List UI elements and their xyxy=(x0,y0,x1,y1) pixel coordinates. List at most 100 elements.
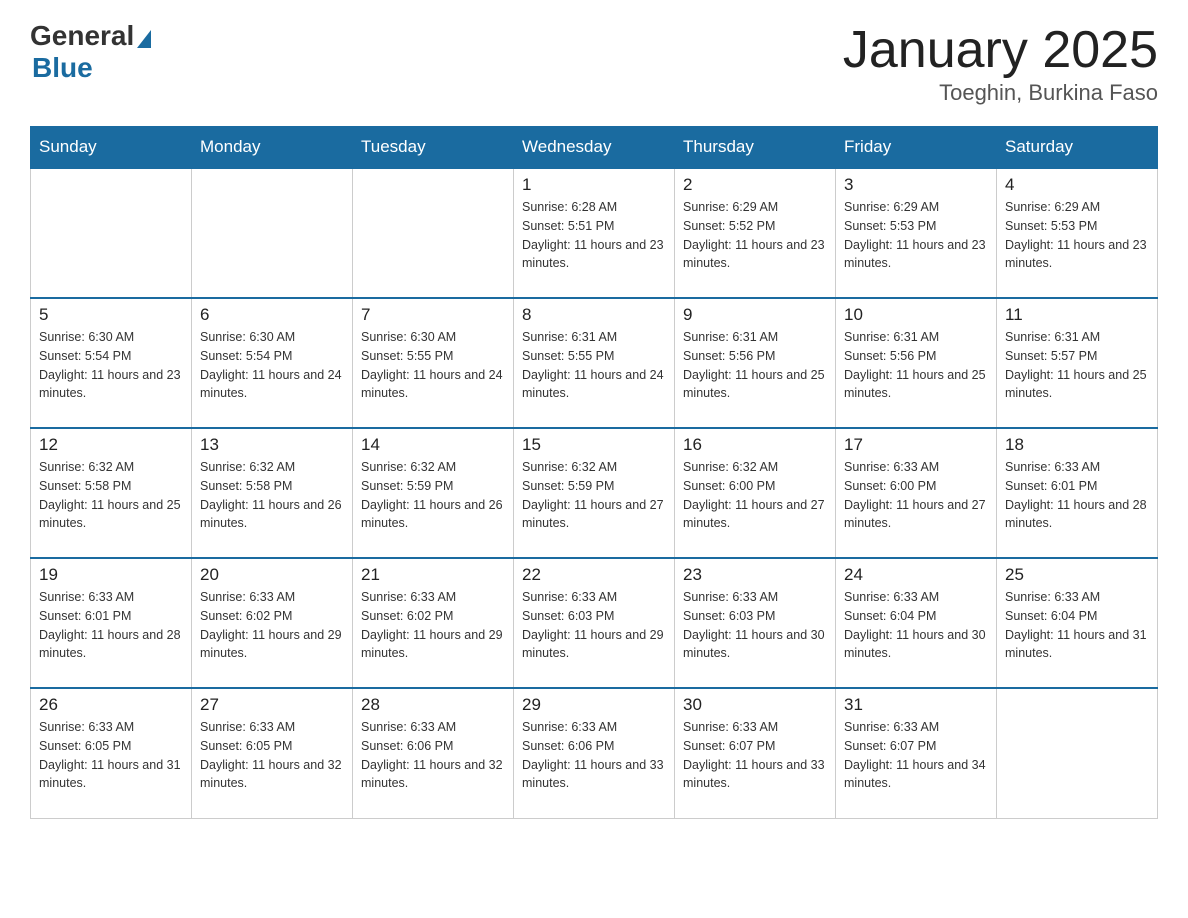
calendar-day-cell: 19 Sunrise: 6:33 AM Sunset: 6:01 PM Dayli… xyxy=(31,558,192,688)
calendar-day-cell: 10 Sunrise: 6:31 AM Sunset: 5:56 PM Dayli… xyxy=(836,298,997,428)
calendar-day-cell: 17 Sunrise: 6:33 AM Sunset: 6:00 PM Dayli… xyxy=(836,428,997,558)
calendar-day-cell: 20 Sunrise: 6:33 AM Sunset: 6:02 PM Dayli… xyxy=(192,558,353,688)
calendar-table: SundayMondayTuesdayWednesdayThursdayFrid… xyxy=(30,126,1158,819)
day-info: Sunrise: 6:33 AM Sunset: 6:05 PM Dayligh… xyxy=(39,718,183,793)
day-info: Sunrise: 6:32 AM Sunset: 5:58 PM Dayligh… xyxy=(200,458,344,533)
calendar-day-cell: 28 Sunrise: 6:33 AM Sunset: 6:06 PM Dayli… xyxy=(353,688,514,818)
day-number: 18 xyxy=(1005,435,1149,455)
calendar-day-header: Tuesday xyxy=(353,127,514,169)
day-number: 4 xyxy=(1005,175,1149,195)
day-info: Sunrise: 6:33 AM Sunset: 6:07 PM Dayligh… xyxy=(844,718,988,793)
calendar-day-cell: 12 Sunrise: 6:32 AM Sunset: 5:58 PM Dayli… xyxy=(31,428,192,558)
calendar-day-header: Thursday xyxy=(675,127,836,169)
calendar-day-header: Saturday xyxy=(997,127,1158,169)
calendar-day-cell: 23Sunrise: 6:33 AM Sunset: 6:03 PM Dayli… xyxy=(675,558,836,688)
calendar-week-row: 1Sunrise: 6:28 AM Sunset: 5:51 PM Daylig… xyxy=(31,168,1158,298)
calendar-day-header: Sunday xyxy=(31,127,192,169)
day-info: Sunrise: 6:33 AM Sunset: 6:00 PM Dayligh… xyxy=(844,458,988,533)
day-info: Sunrise: 6:31 AM Sunset: 5:55 PM Dayligh… xyxy=(522,328,666,403)
day-number: 16 xyxy=(683,435,827,455)
logo-blue-text: Blue xyxy=(32,52,93,84)
day-number: 14 xyxy=(361,435,505,455)
day-number: 27 xyxy=(200,695,344,715)
calendar-day-cell: 9 Sunrise: 6:31 AM Sunset: 5:56 PM Daylig… xyxy=(675,298,836,428)
logo: General Blue xyxy=(30,20,151,84)
month-title: January 2025 xyxy=(843,20,1158,80)
day-info: Sunrise: 6:33 AM Sunset: 6:02 PM Dayligh… xyxy=(361,588,505,663)
day-info: Sunrise: 6:30 AM Sunset: 5:54 PM Dayligh… xyxy=(200,328,344,403)
day-number: 25 xyxy=(1005,565,1149,585)
day-number: 5 xyxy=(39,305,183,325)
calendar-day-cell: 11Sunrise: 6:31 AM Sunset: 5:57 PM Dayli… xyxy=(997,298,1158,428)
day-number: 9 xyxy=(683,305,827,325)
day-info: Sunrise: 6:31 AM Sunset: 5:56 PM Dayligh… xyxy=(683,328,827,403)
calendar-day-cell: 1Sunrise: 6:28 AM Sunset: 5:51 PM Daylig… xyxy=(514,168,675,298)
day-info: Sunrise: 6:30 AM Sunset: 5:54 PM Dayligh… xyxy=(39,328,183,403)
calendar-header-row: SundayMondayTuesdayWednesdayThursdayFrid… xyxy=(31,127,1158,169)
day-number: 10 xyxy=(844,305,988,325)
day-info: Sunrise: 6:32 AM Sunset: 5:59 PM Dayligh… xyxy=(361,458,505,533)
day-number: 23 xyxy=(683,565,827,585)
calendar-day-cell: 16 Sunrise: 6:32 AM Sunset: 6:00 PM Dayli… xyxy=(675,428,836,558)
calendar-week-row: 26 Sunrise: 6:33 AM Sunset: 6:05 PM Dayli… xyxy=(31,688,1158,818)
title-section: January 2025 Toeghin, Burkina Faso xyxy=(843,20,1158,106)
calendar-day-cell: 2 Sunrise: 6:29 AM Sunset: 5:52 PM Daylig… xyxy=(675,168,836,298)
calendar-day-cell: 6 Sunrise: 6:30 AM Sunset: 5:54 PM Daylig… xyxy=(192,298,353,428)
day-number: 19 xyxy=(39,565,183,585)
day-info: Sunrise: 6:33 AM Sunset: 6:07 PM Dayligh… xyxy=(683,718,827,793)
calendar-week-row: 19 Sunrise: 6:33 AM Sunset: 6:01 PM Dayli… xyxy=(31,558,1158,688)
calendar-day-cell xyxy=(192,168,353,298)
day-info: Sunrise: 6:33 AM Sunset: 6:04 PM Dayligh… xyxy=(1005,588,1149,663)
calendar-day-cell: 25 Sunrise: 6:33 AM Sunset: 6:04 PM Dayli… xyxy=(997,558,1158,688)
calendar-day-cell: 29Sunrise: 6:33 AM Sunset: 6:06 PM Dayli… xyxy=(514,688,675,818)
calendar-day-cell: 18 Sunrise: 6:33 AM Sunset: 6:01 PM Dayli… xyxy=(997,428,1158,558)
calendar-day-header: Friday xyxy=(836,127,997,169)
day-info: Sunrise: 6:33 AM Sunset: 6:06 PM Dayligh… xyxy=(361,718,505,793)
calendar-day-cell: 5 Sunrise: 6:30 AM Sunset: 5:54 PM Daylig… xyxy=(31,298,192,428)
calendar-week-row: 5 Sunrise: 6:30 AM Sunset: 5:54 PM Daylig… xyxy=(31,298,1158,428)
day-info: Sunrise: 6:33 AM Sunset: 6:05 PM Dayligh… xyxy=(200,718,344,793)
day-info: Sunrise: 6:29 AM Sunset: 5:52 PM Dayligh… xyxy=(683,198,827,273)
calendar-day-cell: 7Sunrise: 6:30 AM Sunset: 5:55 PM Daylig… xyxy=(353,298,514,428)
day-info: Sunrise: 6:33 AM Sunset: 6:01 PM Dayligh… xyxy=(1005,458,1149,533)
calendar-day-cell xyxy=(353,168,514,298)
day-number: 24 xyxy=(844,565,988,585)
day-info: Sunrise: 6:32 AM Sunset: 6:00 PM Dayligh… xyxy=(683,458,827,533)
calendar-day-cell xyxy=(31,168,192,298)
day-info: Sunrise: 6:33 AM Sunset: 6:02 PM Dayligh… xyxy=(200,588,344,663)
day-info: Sunrise: 6:31 AM Sunset: 5:56 PM Dayligh… xyxy=(844,328,988,403)
calendar-week-row: 12 Sunrise: 6:32 AM Sunset: 5:58 PM Dayli… xyxy=(31,428,1158,558)
calendar-day-cell: 15 Sunrise: 6:32 AM Sunset: 5:59 PM Dayli… xyxy=(514,428,675,558)
day-number: 15 xyxy=(522,435,666,455)
calendar-day-cell: 24Sunrise: 6:33 AM Sunset: 6:04 PM Dayli… xyxy=(836,558,997,688)
day-number: 12 xyxy=(39,435,183,455)
location: Toeghin, Burkina Faso xyxy=(843,80,1158,106)
day-number: 28 xyxy=(361,695,505,715)
calendar-day-cell: 27 Sunrise: 6:33 AM Sunset: 6:05 PM Dayli… xyxy=(192,688,353,818)
logo-general-text: General xyxy=(30,20,134,52)
day-info: Sunrise: 6:29 AM Sunset: 5:53 PM Dayligh… xyxy=(844,198,988,273)
day-info: Sunrise: 6:30 AM Sunset: 5:55 PM Dayligh… xyxy=(361,328,505,403)
day-number: 21 xyxy=(361,565,505,585)
calendar-day-cell: 30Sunrise: 6:33 AM Sunset: 6:07 PM Dayli… xyxy=(675,688,836,818)
page-header: General Blue January 2025 Toeghin, Burki… xyxy=(30,20,1158,106)
day-info: Sunrise: 6:28 AM Sunset: 5:51 PM Dayligh… xyxy=(522,198,666,273)
day-number: 26 xyxy=(39,695,183,715)
day-number: 6 xyxy=(200,305,344,325)
day-number: 8 xyxy=(522,305,666,325)
day-number: 20 xyxy=(200,565,344,585)
day-info: Sunrise: 6:32 AM Sunset: 5:58 PM Dayligh… xyxy=(39,458,183,533)
calendar-day-header: Monday xyxy=(192,127,353,169)
calendar-day-cell: 14 Sunrise: 6:32 AM Sunset: 5:59 PM Dayli… xyxy=(353,428,514,558)
day-number: 2 xyxy=(683,175,827,195)
day-number: 31 xyxy=(844,695,988,715)
day-info: Sunrise: 6:32 AM Sunset: 5:59 PM Dayligh… xyxy=(522,458,666,533)
day-number: 17 xyxy=(844,435,988,455)
day-info: Sunrise: 6:33 AM Sunset: 6:01 PM Dayligh… xyxy=(39,588,183,663)
day-number: 3 xyxy=(844,175,988,195)
calendar-day-cell: 22Sunrise: 6:33 AM Sunset: 6:03 PM Dayli… xyxy=(514,558,675,688)
day-info: Sunrise: 6:33 AM Sunset: 6:06 PM Dayligh… xyxy=(522,718,666,793)
calendar-day-header: Wednesday xyxy=(514,127,675,169)
day-number: 13 xyxy=(200,435,344,455)
day-number: 22 xyxy=(522,565,666,585)
